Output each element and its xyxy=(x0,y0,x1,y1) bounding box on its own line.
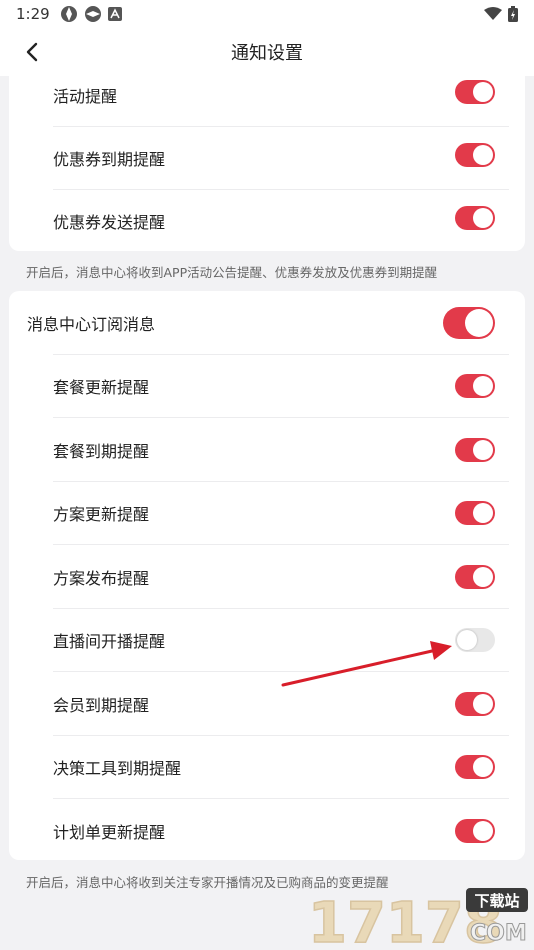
section-a-note: 开启后，消息中心将收到APP活动公告提醒、优惠券发放及优惠券到期提醒 xyxy=(26,265,438,280)
setting-row-live-start: 直播间开播提醒 xyxy=(9,608,525,672)
live-start-toggle[interactable] xyxy=(455,628,495,652)
subscription-notification-card: 消息中心订阅消息 套餐更新提醒 套餐到期提醒 方案更新提醒 方案发布提醒 直播间… xyxy=(9,291,525,860)
setting-label: 决策工具到期提醒 xyxy=(53,759,182,778)
setting-row-activity: 活动提醒 xyxy=(9,63,525,127)
plan-list-update-toggle[interactable] xyxy=(455,819,495,843)
setting-row-coupon-expiry: 优惠券到期提醒 xyxy=(9,126,525,190)
page-title: 通知设置 xyxy=(231,43,303,64)
watermark-badge: 下载站 xyxy=(474,892,519,910)
subscription-master-toggle[interactable] xyxy=(443,307,495,339)
member-expiry-toggle[interactable] xyxy=(455,692,495,716)
plan-publish-toggle[interactable] xyxy=(455,565,495,589)
chevron-left-icon xyxy=(26,42,38,62)
font-notification-icon xyxy=(107,7,122,21)
setting-row-master: 消息中心订阅消息 xyxy=(9,291,525,355)
setting-label: 套餐到期提醒 xyxy=(53,442,150,461)
setting-label: 会员到期提醒 xyxy=(53,696,150,715)
status-time: 1:29 xyxy=(16,5,50,23)
watermark-logo: 17178 下载站 COM xyxy=(307,888,528,948)
setting-row-coupon-send: 优惠券发送提醒 xyxy=(9,189,525,253)
setting-row-tool-expiry: 决策工具到期提醒 xyxy=(9,735,525,799)
status-bar: 1:29 xyxy=(0,0,534,28)
setting-row-member-expiry: 会员到期提醒 xyxy=(9,672,525,736)
back-button[interactable] xyxy=(18,38,46,66)
master-label: 消息中心订阅消息 xyxy=(27,315,156,334)
setting-label: 套餐更新提醒 xyxy=(53,378,150,397)
setting-label: 优惠券发送提醒 xyxy=(53,213,166,232)
wifi-icon xyxy=(484,7,502,20)
setting-label: 方案发布提醒 xyxy=(53,569,150,588)
battery-charging-icon xyxy=(508,6,518,22)
setting-row-plan-list-update: 计划单更新提醒 xyxy=(9,799,525,863)
activity-notification-card: 活动提醒 优惠券到期提醒 优惠券发送提醒 xyxy=(9,64,525,251)
setting-label: 计划单更新提醒 xyxy=(53,823,166,842)
setting-row-package-update: 套餐更新提醒 xyxy=(9,354,525,418)
plan-update-toggle[interactable] xyxy=(455,501,495,525)
setting-row-package-expiry: 套餐到期提醒 xyxy=(9,418,525,482)
setting-label: 直播间开播提醒 xyxy=(53,632,166,651)
coupon-expiry-toggle[interactable] xyxy=(455,143,495,167)
setting-row-plan-update: 方案更新提醒 xyxy=(9,481,525,545)
package-expiry-toggle[interactable] xyxy=(455,438,495,462)
activity-toggle[interactable] xyxy=(455,80,495,104)
app-notification-icon xyxy=(60,6,77,22)
coupon-send-toggle[interactable] xyxy=(455,206,495,230)
watermark-suffix: COM xyxy=(470,921,527,946)
package-update-toggle[interactable] xyxy=(455,374,495,398)
setting-label: 活动提醒 xyxy=(53,87,118,106)
tool-expiry-toggle[interactable] xyxy=(455,755,495,779)
setting-row-plan-publish: 方案发布提醒 xyxy=(9,545,525,609)
setting-label: 方案更新提醒 xyxy=(53,505,150,524)
setting-label: 优惠券到期提醒 xyxy=(53,150,166,169)
app-notification-icon xyxy=(84,6,101,22)
